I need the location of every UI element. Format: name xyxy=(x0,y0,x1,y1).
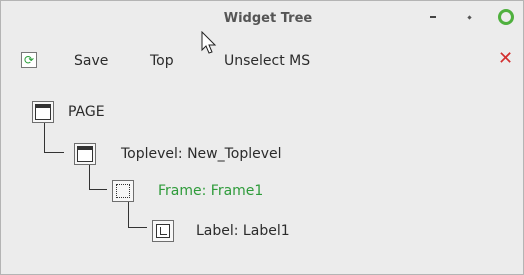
widget-tree: PAGE Toplevel: New_Toplevel Frame: Frame… xyxy=(1,85,523,273)
tree-node-page[interactable]: PAGE xyxy=(32,101,105,123)
save-button[interactable]: Save xyxy=(74,53,108,69)
close-icon[interactable]: ✕ xyxy=(498,50,513,68)
toolbar: ⟳ Save Top Unselect MS ✕ xyxy=(1,41,523,81)
tree-node-label: Frame: Frame1 xyxy=(158,183,264,199)
window-title: Widget Tree xyxy=(223,11,313,26)
restore-icon xyxy=(466,14,472,20)
tree-connector xyxy=(128,201,147,228)
minimize-button[interactable] xyxy=(423,7,443,27)
tree-connector xyxy=(44,122,64,153)
refresh-icon[interactable]: ⟳ xyxy=(21,52,37,68)
tree-node-label: PAGE xyxy=(68,104,105,120)
frame-icon xyxy=(112,180,134,202)
window-close-button[interactable] xyxy=(496,7,516,27)
mouse-pointer-icon xyxy=(201,31,217,54)
unselect-ms-button[interactable]: Unselect MS xyxy=(224,53,310,69)
toplevel-icon xyxy=(74,143,96,165)
close-circle-icon xyxy=(498,9,514,25)
restore-button[interactable] xyxy=(459,7,479,27)
window-icon xyxy=(32,101,54,123)
tree-node-label1[interactable]: Label: Label1 xyxy=(152,220,290,242)
tree-node-frame[interactable]: Frame: Frame1 xyxy=(112,180,263,202)
tree-node-label: Toplevel: New_Toplevel xyxy=(121,146,282,162)
tree-node-toplevel[interactable]: Toplevel: New_Toplevel xyxy=(74,143,282,165)
title-bar[interactable]: Widget Tree xyxy=(1,1,523,37)
tree-node-label: Label: Label1 xyxy=(196,223,290,239)
minimize-icon xyxy=(430,16,436,18)
tree-connector xyxy=(89,165,107,190)
widget-tree-window: Widget Tree ⟳ Save Top Unselect MS ✕ PAG… xyxy=(0,0,524,275)
top-button[interactable]: Top xyxy=(150,53,174,69)
label-icon xyxy=(152,220,174,242)
